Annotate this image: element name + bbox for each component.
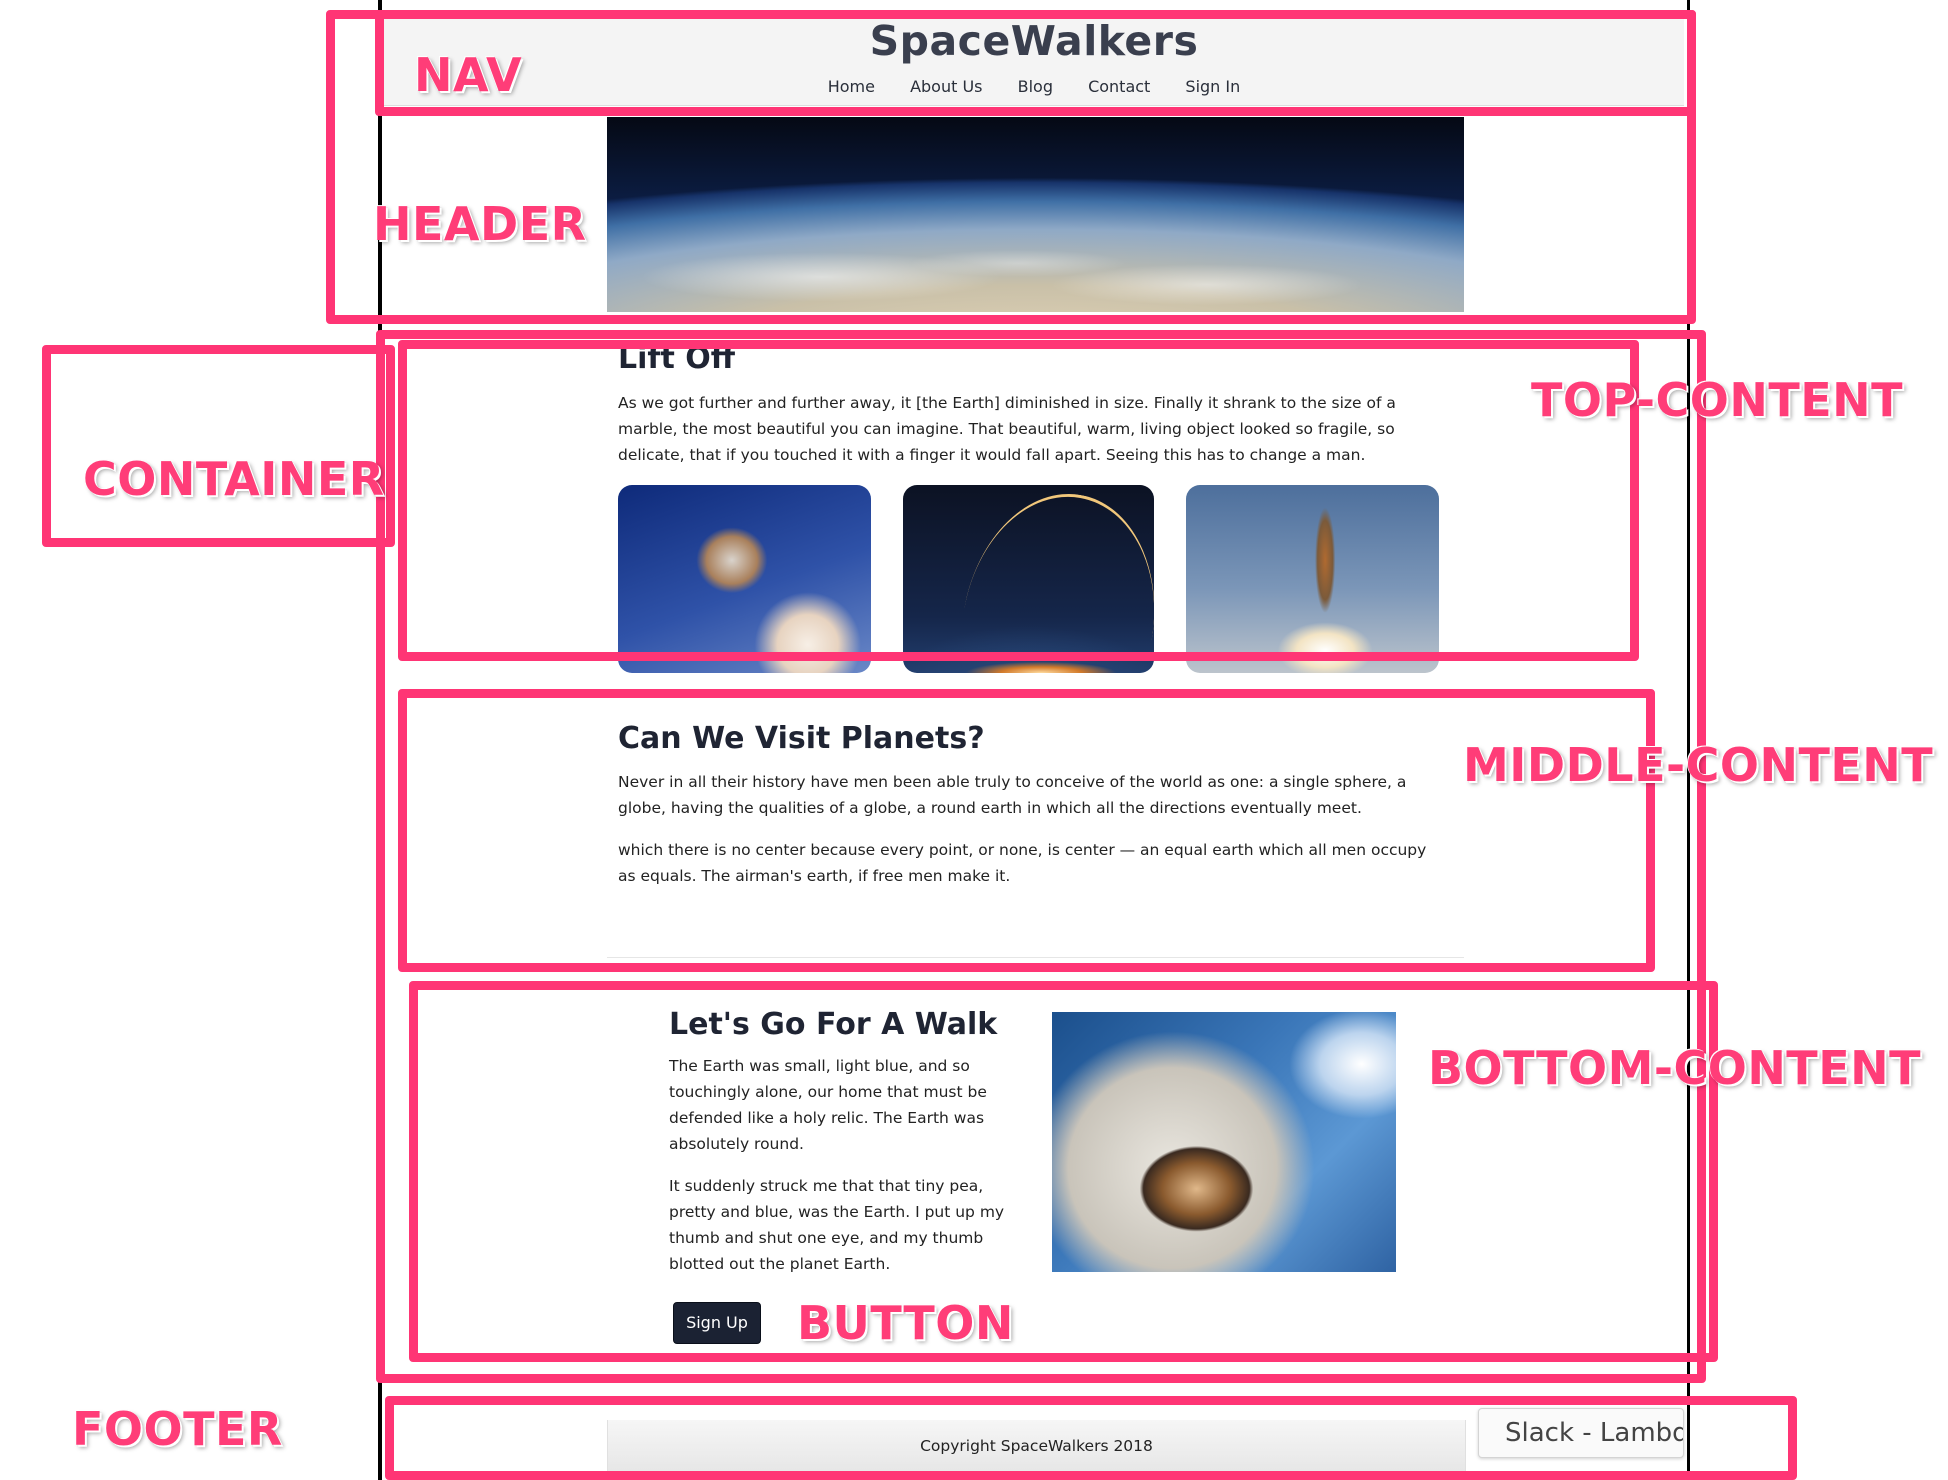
middle-content-annotation-box: [398, 689, 1655, 972]
bottom-content-annotation-label: BOTTOM-CONTENT: [1428, 1041, 1921, 1095]
bottom-content-annotation-box: [409, 981, 1718, 1362]
middle-content-annotation-label: MIDDLE-CONTENT: [1463, 738, 1934, 792]
header-annotation-box: [326, 10, 1696, 324]
top-content-annotation-box: [398, 340, 1639, 661]
header-annotation-label: HEADER: [373, 197, 587, 251]
nav-annotation-label: NAV: [414, 48, 523, 102]
container-annotation-label: CONTAINER: [83, 452, 385, 506]
button-annotation-label: BUTTON: [797, 1296, 1014, 1350]
top-content-annotation-label: TOP-CONTENT: [1531, 373, 1904, 427]
container-label-box: [42, 345, 395, 547]
footer-annotation-box: [385, 1396, 1797, 1480]
footer-annotation-label: FOOTER: [72, 1402, 283, 1456]
